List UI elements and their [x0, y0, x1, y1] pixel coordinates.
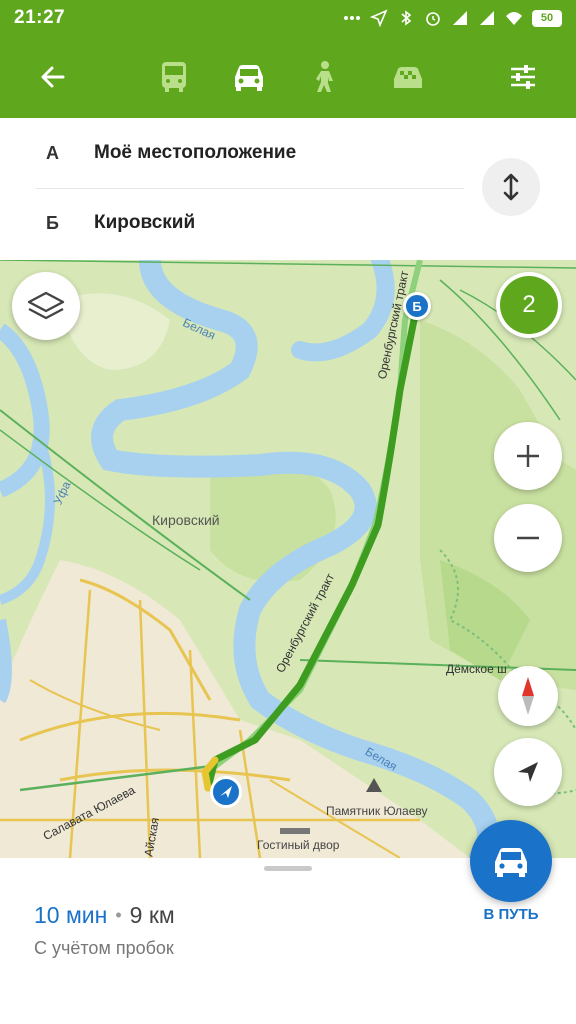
compass-button[interactable] — [498, 666, 558, 726]
layers-button[interactable] — [12, 272, 80, 340]
location-arrow-icon — [518, 762, 538, 782]
label-monument: Памятник Юлаеву — [326, 804, 428, 818]
signal-icon-2 — [480, 11, 494, 25]
taxi-icon — [394, 67, 422, 88]
mode-toolbar — [0, 36, 576, 118]
map-view[interactable]: Белая Уфа Кировский Оренбургский тракт О… — [0, 260, 576, 858]
swap-vertical-icon — [503, 173, 519, 201]
my-location-button[interactable] — [494, 738, 562, 806]
route-to-row[interactable]: Б Кировский — [0, 188, 470, 258]
route-eta: 10 мин • 9 км — [34, 902, 175, 929]
navigation-arrow-icon — [220, 786, 232, 798]
start-navigation-button[interactable] — [470, 820, 552, 902]
route-to-place: Кировский — [94, 212, 196, 233]
route-settings-button[interactable] — [498, 52, 548, 102]
status-icons: 50 — [343, 9, 562, 27]
minus-icon — [517, 536, 539, 540]
route-to-letter: Б — [46, 212, 59, 233]
my-location-marker — [210, 776, 242, 808]
dots-icon — [344, 16, 360, 20]
car-icon — [235, 65, 263, 91]
bus-icon — [162, 62, 186, 92]
route-from-row[interactable]: А Моё местоположение — [0, 118, 470, 188]
route-from-place: Моё местоположение — [94, 142, 297, 163]
sheet-grabber[interactable] — [264, 866, 312, 871]
map-canvas — [0, 260, 576, 858]
zoom-in-button[interactable] — [494, 422, 562, 490]
alarm-icon — [426, 12, 440, 26]
back-button[interactable] — [28, 52, 78, 102]
back-arrow-icon — [41, 66, 65, 88]
destination-marker-letter: Б — [412, 298, 422, 314]
label-district: Кировский — [152, 512, 220, 528]
wifi-icon — [506, 12, 522, 25]
bluetooth-icon — [401, 10, 412, 26]
eta-time: 10 мин — [34, 902, 108, 928]
label-gostiny: Гостиный двор — [257, 838, 340, 852]
plus-icon — [517, 445, 539, 467]
mode-car-button[interactable] — [224, 52, 274, 102]
mode-walk-button[interactable] — [300, 52, 350, 102]
destination-marker[interactable]: Б — [403, 292, 431, 320]
label-demskoe: Дёмское ш — [446, 662, 507, 676]
settings-sliders-icon — [511, 65, 535, 89]
status-time: 21:27 — [14, 7, 66, 28]
compass-icon — [522, 677, 534, 715]
zoom-out-button[interactable] — [494, 504, 562, 572]
start-navigation-label[interactable]: В ПУТЬ — [460, 906, 562, 923]
pedestrian-icon — [316, 61, 333, 92]
route-alternatives-count: 2 — [500, 276, 558, 334]
signal-icon-1 — [453, 11, 467, 25]
route-from-letter: А — [46, 142, 59, 163]
car-icon — [495, 848, 527, 877]
mode-bus-button[interactable] — [149, 52, 199, 102]
battery-icon: 50 — [532, 9, 562, 27]
swap-points-button[interactable] — [482, 158, 540, 216]
eta-distance: 9 км — [129, 902, 175, 928]
eta-separator: • — [115, 905, 122, 925]
route-points-panel: А Моё местоположение Б Кировский — [0, 118, 576, 260]
mode-taxi-button[interactable] — [383, 52, 433, 102]
eta-subtitle: С учётом пробок — [34, 938, 174, 958]
status-bar: 21:27 50 — [0, 0, 576, 36]
layers-icon — [27, 291, 65, 320]
route-alternatives-button[interactable]: 2 — [496, 272, 562, 338]
location-icon — [370, 9, 388, 27]
